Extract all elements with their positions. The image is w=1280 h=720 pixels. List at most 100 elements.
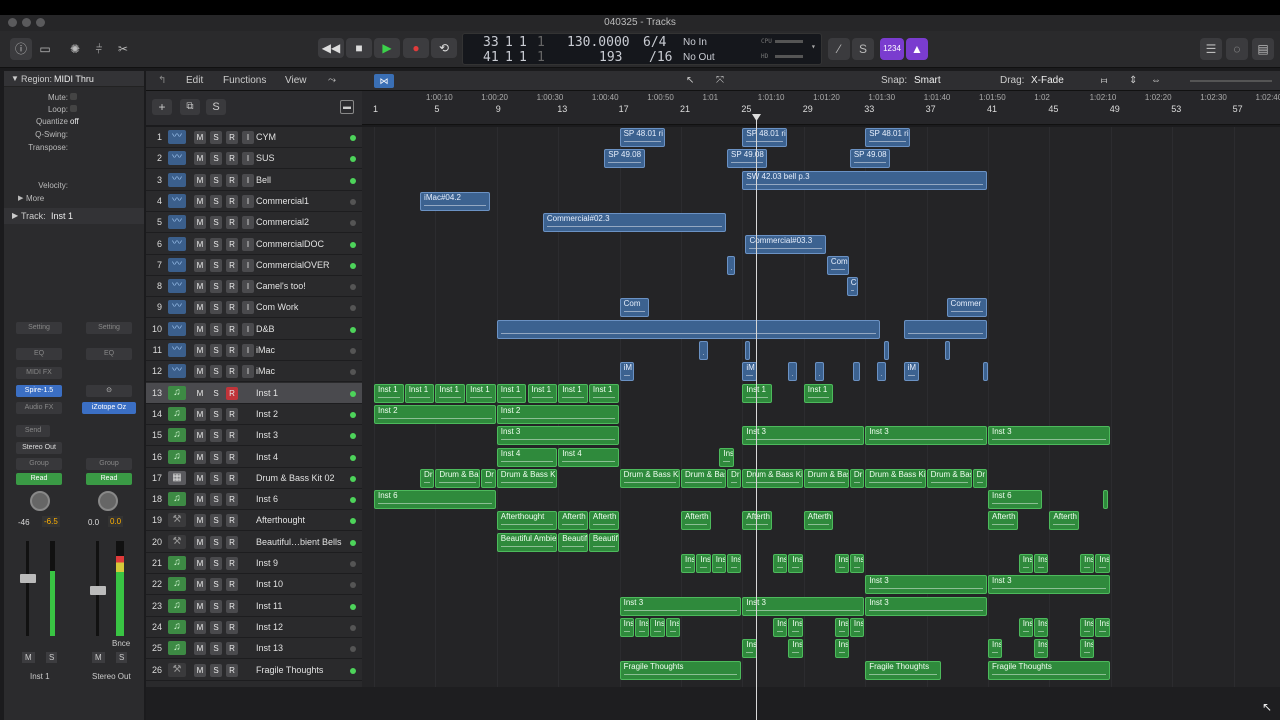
midi-region[interactable]: Inst 4	[496, 447, 558, 467]
midi-region[interactable]: Ins	[788, 617, 803, 637]
track-name[interactable]: Inst 2	[256, 409, 278, 419]
midi-region[interactable]: Ins	[834, 639, 849, 659]
track-on-indicator[interactable]	[350, 220, 356, 227]
track-header[interactable]: ▶ Track: Inst 1	[4, 208, 144, 224]
midi-region[interactable]: Ins	[1018, 617, 1034, 637]
disclosure-open-icon[interactable]: ▼	[11, 74, 19, 83]
track-record-enable-button[interactable]: R	[226, 663, 238, 677]
midi-region[interactable]: Inst 3	[619, 596, 742, 616]
functions-menu[interactable]: Functions	[223, 75, 266, 86]
midi-region[interactable]: Inst 1	[435, 383, 466, 403]
tuner-icon[interactable]: ⁄	[828, 38, 850, 60]
track-record-enable-button[interactable]: R	[226, 365, 238, 379]
track-on-indicator[interactable]	[350, 411, 356, 418]
vertical-fit-icon[interactable]: ⇕	[1129, 75, 1137, 86]
lcd-chevron-down-icon[interactable]: ▾	[811, 42, 816, 51]
track-mute-button[interactable]: M	[194, 258, 206, 272]
track-input-monitor-button[interactable]: I	[242, 258, 254, 272]
track-record-enable-button[interactable]: R	[226, 216, 238, 230]
track-record-enable-button[interactable]: R	[226, 578, 238, 592]
track-solo-button[interactable]: S	[210, 173, 222, 187]
track-mute-button[interactable]: M	[194, 642, 206, 656]
track-record-enable-button[interactable]: R	[226, 194, 238, 208]
track-mute-button[interactable]: M	[194, 429, 206, 443]
track-header[interactable]: 11 〰 M S R IiMac	[146, 340, 362, 361]
track-record-enable-button[interactable]: R	[226, 642, 238, 656]
catch-icon[interactable]: ⤳	[328, 75, 336, 86]
track-name[interactable]: Inst 10	[256, 579, 283, 589]
midi-fx-slot[interactable]: MIDI FX	[16, 367, 62, 379]
track-record-enable-button[interactable]: R	[226, 173, 238, 187]
count-in-button[interactable]: 1234	[880, 38, 904, 60]
midi-region[interactable]: Ins	[834, 617, 849, 637]
minimize-window-icon[interactable]	[22, 18, 31, 27]
track-header[interactable]: 6 〰 M S R I CommercialDOC	[146, 234, 362, 255]
midi-region[interactable]: Inst 1	[374, 383, 404, 403]
track-name[interactable]: SUS	[256, 153, 275, 163]
midi-region[interactable]: Afterth	[588, 511, 619, 531]
track-name[interactable]: iMac	[256, 366, 275, 376]
track-input-monitor-button[interactable]: I	[242, 173, 254, 187]
midi-region[interactable]: Inst 3	[742, 426, 865, 446]
track-header[interactable]: 1 〰 M S R I CYM	[146, 127, 362, 148]
track-input-monitor-button[interactable]: I	[242, 280, 254, 294]
audio-region[interactable]: Com	[826, 255, 849, 275]
track-record-enable-button[interactable]: R	[226, 301, 238, 315]
track-on-indicator[interactable]	[350, 390, 356, 397]
audio-region[interactable]	[852, 362, 860, 382]
quantize-row[interactable]: Quantize off	[4, 117, 144, 129]
track-header[interactable]: 17 ▦ M S R Drum & Bass Kit 02	[146, 468, 362, 489]
track-name[interactable]: Fragile Thoughts	[256, 665, 323, 675]
more-row[interactable]: ▶ More	[4, 194, 144, 206]
track-mute-button[interactable]: M	[194, 407, 206, 421]
bar-ruler[interactable]: 1 5 9 13 17 21 25 29 33 37 41 45 49 53 57 1:00:10 1:00:2…	[362, 91, 1280, 125]
track-header[interactable]: 10 〰 M S R I D&B	[146, 319, 362, 340]
midi-region[interactable]: Inst 1	[588, 383, 619, 403]
track-name[interactable]: Inst 11	[256, 601, 282, 611]
track-mute-button[interactable]: M	[194, 173, 206, 187]
track-on-indicator[interactable]	[350, 198, 356, 205]
track-on-indicator[interactable]	[350, 305, 356, 312]
midi-region[interactable]: Ins	[1034, 639, 1049, 659]
notes-icon[interactable]: ◌	[1226, 38, 1248, 60]
track-on-indicator[interactable]	[350, 284, 356, 291]
track-on-indicator[interactable]	[350, 561, 356, 567]
track-record-enable-button[interactable]: R	[226, 280, 238, 294]
track-record-enable-button[interactable]: R	[226, 599, 238, 613]
playhead[interactable]	[756, 118, 757, 720]
horizontal-fit-icon[interactable]: ⇔	[1151, 75, 1161, 86]
track-header[interactable]: 25 ♫ M S R Inst 13	[146, 638, 362, 660]
track-on-indicator[interactable]	[350, 156, 356, 163]
midi-region[interactable]: Inst 2	[374, 404, 496, 424]
track-record-enable-button[interactable]: R	[226, 131, 238, 144]
midi-region[interactable]: Beautif	[558, 532, 588, 552]
track-mute-button[interactable]: M	[194, 344, 206, 357]
track-solo-button[interactable]: S	[210, 280, 222, 294]
midi-region[interactable]: Ins	[1095, 617, 1110, 637]
midi-region[interactable]: Inst 1	[803, 383, 834, 403]
audio-region[interactable]	[877, 362, 886, 382]
pan-knob[interactable]	[30, 491, 50, 511]
track-header[interactable]: 4 〰 M S R I Commercial1	[146, 191, 362, 212]
library-icon[interactable]: ▭	[34, 38, 56, 60]
midi-region[interactable]: Drum & Bas	[681, 468, 727, 488]
track-mute-button[interactable]: M	[194, 450, 206, 464]
midi-region[interactable]: Inst 3	[988, 575, 1110, 595]
midi-region[interactable]: Ins	[1080, 617, 1095, 637]
editors-icon[interactable]: ✂	[112, 38, 134, 60]
track-on-indicator[interactable]	[350, 603, 356, 610]
waveform-zoom-icon[interactable]: ⧦	[1101, 75, 1107, 86]
track-header[interactable]: 9 〰 M S R I Com Work	[146, 297, 362, 319]
track-mute-button[interactable]: M	[194, 365, 206, 379]
track-header[interactable]: 14 ♫ M S R Inst 2	[146, 404, 362, 425]
close-window-icon[interactable]	[8, 18, 17, 27]
track-input-monitor-button[interactable]: I	[242, 152, 254, 166]
midi-region[interactable]: Ins	[849, 554, 865, 573]
view-menu[interactable]: View	[285, 75, 307, 86]
track-mute-button[interactable]: M	[194, 322, 206, 336]
midi-region[interactable]: Inst 3	[865, 575, 987, 595]
solo-button[interactable]: S	[46, 652, 58, 663]
track-name[interactable]: Beautiful…bient Bells	[256, 537, 342, 547]
lcd-display[interactable]: 33 1 1 1 41 1 1 1 130.0000 193 6/4 /16 N…	[462, 33, 822, 65]
audio-region[interactable]	[788, 362, 797, 382]
